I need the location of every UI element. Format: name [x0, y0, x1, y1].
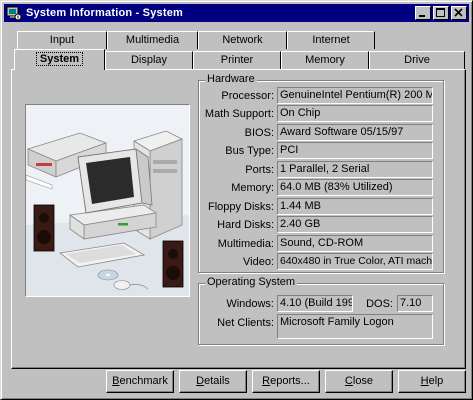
bus-type-field[interactable]: PCI	[277, 142, 433, 159]
reports-accel: R	[262, 375, 271, 387]
bus-type-label: Bus Type:	[225, 145, 274, 157]
system-information-window: System Information - System Input Multim…	[0, 0, 473, 400]
bios-label: BIOS:	[244, 127, 274, 139]
video-label: Video:	[243, 256, 274, 268]
tab-label: Display	[130, 54, 168, 66]
tab-label: Internet	[312, 34, 350, 46]
maximize-icon	[436, 8, 445, 17]
computer-illustration	[25, 104, 190, 297]
floppy-disks-field[interactable]: 1.44 MB	[277, 198, 433, 215]
details-button[interactable]: Details	[179, 370, 247, 393]
benchmark-label: enchmark	[119, 375, 168, 387]
hard-disks-field[interactable]: 2.40 GB	[277, 216, 433, 233]
tab-label: System	[35, 52, 84, 66]
multimedia-label: Multimedia:	[217, 238, 274, 250]
floppy-disks-label: Floppy Disks:	[207, 201, 274, 213]
tab-label: Drive	[404, 54, 430, 66]
close-window-button[interactable]	[451, 6, 467, 20]
processor-label: Processor:	[221, 90, 274, 102]
dos-version-field[interactable]: 7.10	[397, 295, 433, 312]
close-button[interactable]: Close	[325, 370, 393, 393]
ports-label: Ports:	[245, 164, 274, 176]
tab-label: Input	[49, 34, 75, 46]
tab-drive[interactable]: Drive	[369, 51, 465, 69]
window-title: System Information - System	[26, 7, 183, 19]
hard-disks-label: Hard Disks:	[217, 219, 274, 231]
tab-multimedia[interactable]: Multimedia	[107, 31, 198, 49]
help-accel: H	[420, 375, 429, 387]
benchmark-button[interactable]: Benchmark	[106, 370, 174, 393]
system-info-icon	[6, 5, 22, 21]
tab-printer[interactable]: Printer	[193, 51, 281, 69]
reports-label: eports...	[270, 375, 310, 387]
tab-memory[interactable]: Memory	[281, 51, 369, 69]
video-field[interactable]: 640x480 in True Color, ATI mach64	[277, 253, 433, 270]
processor-field[interactable]: GenuineIntel Pentium(R) 200 MHz x	[277, 87, 433, 104]
tab-input[interactable]: Input	[17, 31, 107, 49]
tab-internet[interactable]: Internet	[287, 31, 375, 49]
ports-field[interactable]: 1 Parallel, 2 Serial	[277, 161, 433, 178]
maximize-button[interactable]	[433, 6, 449, 20]
tab-label: Network	[222, 34, 263, 46]
windows-version-field[interactable]: 4.10 (Build 1998	[277, 295, 353, 312]
net-clients-field[interactable]: Microsoft Family Logon	[277, 314, 433, 339]
dos-label: DOS:	[366, 298, 393, 310]
benchmark-accel: B	[112, 375, 120, 387]
bios-field[interactable]: Award Software 05/15/97	[277, 124, 433, 141]
hardware-group-label: Hardware	[205, 73, 257, 85]
windows-label: Windows:	[226, 298, 274, 310]
close-icon	[454, 8, 463, 17]
minimize-button[interactable]	[415, 6, 431, 20]
details-accel: D	[196, 375, 205, 387]
tab-system[interactable]: System	[14, 49, 105, 70]
reports-button[interactable]: Reports...	[252, 370, 320, 393]
operating-system-group-label: Operating System	[205, 276, 298, 288]
tab-network[interactable]: Network	[198, 31, 287, 49]
multimedia-field[interactable]: Sound, CD-ROM	[277, 235, 433, 252]
tab-label: Printer	[220, 54, 254, 66]
minimize-icon	[419, 15, 425, 17]
memory-label: Memory:	[231, 182, 274, 194]
math-support-label: Math Support:	[204, 108, 274, 120]
math-support-field[interactable]: On Chip	[277, 105, 433, 122]
help-button[interactable]: Help	[398, 370, 466, 393]
tab-label: Memory	[305, 54, 345, 66]
net-clients-label: Net Clients:	[217, 317, 274, 329]
tab-label: Multimedia	[125, 34, 180, 46]
memory-field[interactable]: 64.0 MB (83% Utilized)	[277, 179, 433, 196]
title-bar[interactable]: System Information - System	[4, 4, 469, 22]
help-label: elp	[428, 375, 444, 387]
details-label: etails	[204, 375, 230, 387]
tab-display[interactable]: Display	[105, 51, 193, 69]
close-label: lose	[352, 375, 374, 387]
close-accel: C	[344, 375, 353, 387]
